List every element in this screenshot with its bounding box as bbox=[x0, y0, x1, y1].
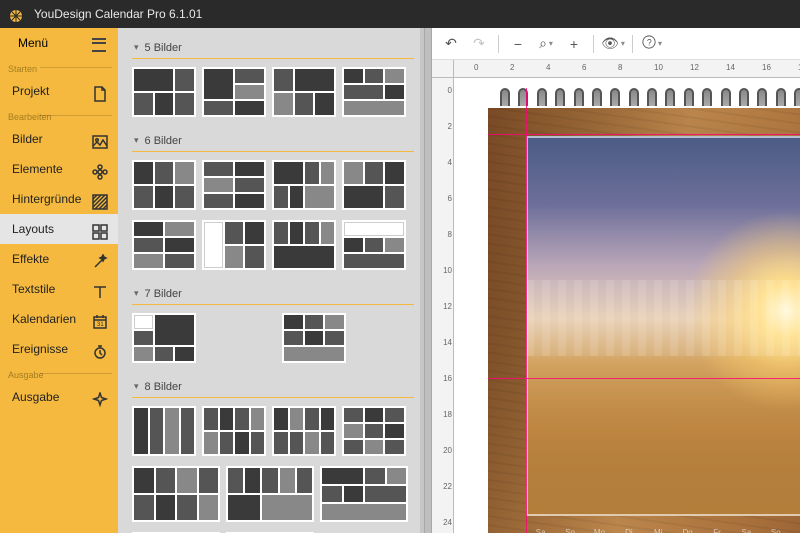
app-title: YouDesign Calendar Pro 6.1.01 bbox=[34, 7, 202, 21]
sidebar-item-projekt[interactable]: Projekt bbox=[0, 76, 118, 106]
calendar-page[interactable]: Sa1So2Mo3Di4Mi5Do6Fr7Sa8So9Mo10Di11Mi12D… bbox=[488, 88, 800, 533]
canvas[interactable]: Sa1So2Mo3Di4Mi5Do6Fr7Sa8So9Mo10Di11Mi12D… bbox=[454, 78, 800, 533]
clock-icon bbox=[92, 341, 108, 357]
calendar-icon: 31 bbox=[92, 311, 108, 327]
zoom-in-button[interactable]: + bbox=[561, 31, 587, 57]
svg-text:31: 31 bbox=[97, 322, 104, 328]
eye-icon: 👁 bbox=[601, 35, 619, 52]
layout-thumb[interactable] bbox=[272, 220, 336, 270]
toolbar-separator bbox=[632, 35, 633, 53]
layout-thumb[interactable] bbox=[272, 406, 336, 456]
grid-icon bbox=[92, 221, 108, 237]
sidebar-item-bilder[interactable]: Bilder bbox=[0, 124, 118, 154]
sidebar-section-ausgabe: Ausgabe bbox=[0, 364, 118, 382]
toolbar-separator bbox=[498, 35, 499, 53]
layout-thumb[interactable] bbox=[272, 67, 336, 117]
sidebar-item-layouts[interactable]: Layouts bbox=[0, 214, 118, 244]
zoom-fit-button[interactable]: ⌕ bbox=[533, 31, 559, 57]
ruler-vertical: 024681012141618202224 bbox=[432, 78, 454, 533]
app-logo-icon bbox=[8, 6, 24, 22]
help-icon: ? bbox=[642, 35, 656, 52]
help-button[interactable]: ? bbox=[639, 31, 665, 57]
sidebar-item-ausgabe[interactable]: Ausgabe bbox=[0, 382, 118, 412]
sidebar-item-textstile[interactable]: Textstile bbox=[0, 274, 118, 304]
panel-divider[interactable] bbox=[424, 28, 432, 533]
wand-icon bbox=[92, 251, 108, 267]
sidebar: Menü Starten Projekt Bearbeiten Bilder E… bbox=[0, 28, 118, 533]
toolbar-separator bbox=[593, 35, 594, 53]
undo-button[interactable]: ↶ bbox=[438, 31, 464, 57]
layout-thumb[interactable] bbox=[202, 220, 266, 270]
guide-line[interactable] bbox=[526, 88, 527, 533]
view-button[interactable]: 👁 bbox=[600, 31, 626, 57]
sidebar-item-ereignisse[interactable]: Ereignisse bbox=[0, 334, 118, 364]
file-icon bbox=[92, 83, 108, 99]
hatch-icon bbox=[92, 191, 108, 207]
sidebar-item-hintergruende[interactable]: Hintergründe bbox=[0, 184, 118, 214]
layout-thumb[interactable] bbox=[342, 160, 406, 210]
titlebar: YouDesign Calendar Pro 6.1.01 bbox=[0, 0, 800, 28]
layout-thumb[interactable] bbox=[342, 406, 406, 456]
guide-line[interactable] bbox=[488, 378, 800, 379]
sidebar-section-bearbeiten: Bearbeiten bbox=[0, 106, 118, 124]
sidebar-item-elemente[interactable]: Elemente bbox=[0, 154, 118, 184]
page-photo[interactable] bbox=[526, 136, 800, 516]
layout-thumb[interactable] bbox=[202, 160, 266, 210]
redo-button[interactable]: ↷ bbox=[466, 31, 492, 57]
sparkle-icon bbox=[92, 389, 108, 405]
group-6-bilder[interactable]: 6 Bilder bbox=[132, 127, 414, 152]
layout-thumb[interactable] bbox=[320, 466, 408, 522]
flower-icon bbox=[92, 161, 108, 177]
menu-button[interactable]: Menü bbox=[0, 28, 118, 58]
group-7-bilder[interactable]: 7 Bilder bbox=[132, 280, 414, 305]
layout-thumb[interactable] bbox=[342, 220, 406, 270]
layout-thumb[interactable] bbox=[282, 313, 346, 363]
thumb-row bbox=[132, 67, 414, 117]
sidebar-item-effekte[interactable]: Effekte bbox=[0, 244, 118, 274]
layout-thumb[interactable] bbox=[132, 466, 220, 522]
layout-thumb[interactable] bbox=[202, 406, 266, 456]
zoom-out-button[interactable]: − bbox=[505, 31, 531, 57]
type-icon bbox=[92, 281, 108, 297]
ruler-horizontal: 02468101214161820 bbox=[454, 60, 800, 78]
layout-thumb[interactable] bbox=[132, 406, 196, 456]
layout-thumb[interactable] bbox=[272, 160, 336, 210]
editor-toolbar: ↶ ↷ − ⌕ + 👁 ? bbox=[432, 28, 800, 60]
editor-area: ↶ ↷ − ⌕ + 👁 ? 02468101214161820 02468101… bbox=[432, 28, 800, 533]
guide-line[interactable] bbox=[488, 134, 800, 135]
svg-text:?: ? bbox=[647, 38, 652, 48]
layout-thumb[interactable] bbox=[342, 67, 406, 117]
layout-thumb[interactable] bbox=[132, 220, 196, 270]
layouts-panel[interactable]: 5 Bilder 6 Bilder 7 Bilder 8 Bilder bbox=[118, 28, 424, 533]
sidebar-item-kalendarien[interactable]: Kalendarien 31 bbox=[0, 304, 118, 334]
group-8-bilder[interactable]: 8 Bilder bbox=[132, 373, 414, 398]
layout-thumb[interactable] bbox=[226, 466, 314, 522]
group-5-bilder[interactable]: 5 Bilder bbox=[132, 34, 414, 59]
layout-thumb[interactable] bbox=[132, 313, 196, 363]
calendar-day-strip[interactable]: Sa1So2Mo3Di4Mi5Do6Fr7Sa8So9Mo10Di11Mi12D… bbox=[526, 528, 800, 533]
layout-thumb[interactable] bbox=[132, 67, 196, 117]
sidebar-section-starten: Starten bbox=[0, 58, 118, 76]
image-icon bbox=[92, 131, 108, 147]
canvas-wrap: 02468101214161820 024681012141618202224 … bbox=[432, 60, 800, 533]
spiral-binding bbox=[500, 88, 800, 110]
layout-thumb[interactable] bbox=[202, 67, 266, 117]
layout-thumb[interactable] bbox=[132, 160, 196, 210]
ruler-corner bbox=[432, 60, 454, 78]
